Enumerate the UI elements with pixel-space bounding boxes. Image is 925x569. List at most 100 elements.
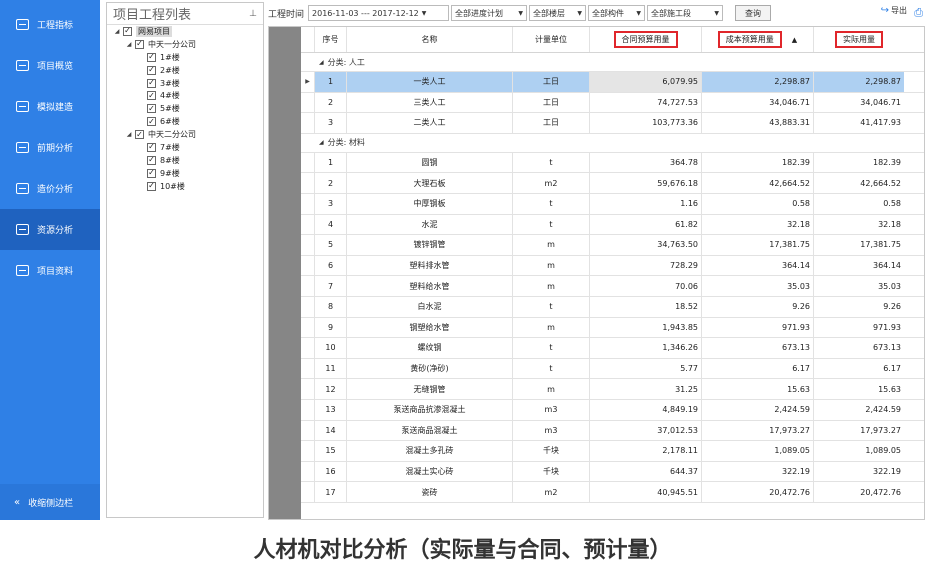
tree-building[interactable]: ✓ 4#楼: [107, 89, 263, 102]
checkbox-checked[interactable]: ✓: [147, 52, 156, 62]
tree-building[interactable]: ✓ 1#楼: [107, 51, 263, 64]
checkbox-checked[interactable]: ✓: [147, 65, 156, 75]
group-row[interactable]: ◢ 分类: 人工: [301, 53, 924, 72]
checkbox-checked[interactable]: ✓: [147, 155, 156, 165]
checkbox-checked[interactable]: ✓: [135, 130, 144, 140]
checkbox-checked[interactable]: ✓: [135, 39, 144, 49]
group-row[interactable]: ◢ 分类: 材料: [301, 134, 924, 153]
table-row[interactable]: 11 黄砂(净砂) t 5.77 6.17 6.17: [301, 358, 924, 380]
sidebar-item[interactable]: 资源分析: [0, 209, 100, 250]
floor-dropdown[interactable]: 全部楼层 ▼: [529, 5, 587, 21]
tree-building[interactable]: ✓ 7#楼: [107, 141, 263, 154]
table-row[interactable]: 7 塑料给水管 m 70.06 35.03 35.03: [301, 276, 924, 297]
checkbox-checked[interactable]: ✓: [147, 91, 156, 101]
row-indicator: [301, 441, 315, 461]
table-row[interactable]: 8 白水泥 t 18.52 9.26 9.26: [301, 296, 924, 318]
table-row[interactable]: 2 三类人工 工日 74,727.53 34,046.71 34,046.71: [301, 92, 924, 114]
header-contract[interactable]: 合同预算用量: [590, 27, 702, 52]
cell-unit: m: [513, 276, 590, 296]
table-row[interactable]: 4 水泥 t 61.82 32.18 32.18: [301, 214, 924, 236]
construction-stage-dropdown[interactable]: 全部施工段 ▼: [647, 5, 724, 21]
expand-triangle-icon[interactable]: ◢: [319, 59, 324, 66]
table-row[interactable]: 6 塑料排水管 m 728.29 364.14 364.14: [301, 255, 924, 277]
expand-triangle-icon[interactable]: ◢: [111, 28, 123, 35]
table-row[interactable]: 9 钢塑给水管 m 1,943.85 971.93 971.93: [301, 317, 924, 339]
tree-node-label: 2#楼: [160, 65, 180, 75]
header-cost[interactable]: 成本预算用量 ▲: [702, 27, 814, 52]
checkbox-checked[interactable]: ✓: [147, 181, 156, 191]
collapse-sidebar-label: 收缩侧边栏: [28, 498, 74, 509]
cell-cost: 322.19: [702, 461, 814, 482]
table-row[interactable]: ▶ 1 一类人工 工日 6,079.95 2,298.87 2,298.87: [301, 72, 924, 93]
tree-company[interactable]: ◢ ✓ 中天一分公司: [107, 38, 263, 51]
sidebar-item[interactable]: 造价分析: [0, 168, 100, 209]
export-button[interactable]: ↪ 导出: [881, 5, 907, 16]
component-dropdown[interactable]: 全部构件 ▼: [588, 5, 646, 21]
header-name[interactable]: 名称: [347, 27, 513, 52]
table-row[interactable]: 10 螺纹钢 t 1,346.26 673.13 673.13: [301, 338, 924, 359]
table-row[interactable]: 2 大理石板 m2 59,676.18 42,664.52 42,664.52: [301, 173, 924, 194]
tree-building[interactable]: ✓ 5#楼: [107, 102, 263, 115]
cell-name: 中厚钢板: [347, 193, 513, 214]
date-range-picker[interactable]: 2016-11-03 --- 2017-12-12 ▼: [308, 5, 450, 21]
cell-seq: 2: [315, 92, 347, 113]
tree-building[interactable]: ✓ 10#楼: [107, 180, 263, 193]
sidebar-item[interactable]: 模拟建造: [0, 86, 100, 127]
chevron-down-icon: ▼: [714, 9, 720, 17]
table-row[interactable]: 5 镀锌钢管 m 34,763.50 17,381.75 17,381.75: [301, 235, 924, 256]
schedule-plan-dropdown[interactable]: 全部进度计划 ▼: [451, 5, 528, 21]
sidebar-item[interactable]: 项目概览: [0, 45, 100, 86]
cell-seq: 8: [315, 296, 347, 317]
cell-name: 钢塑给水管: [347, 317, 513, 338]
tree-node-label: 网易项目: [136, 25, 172, 37]
sidebar-item[interactable]: 前期分析: [0, 127, 100, 168]
checkbox-checked[interactable]: ✓: [147, 142, 156, 152]
cell-cost: 364.14: [702, 255, 814, 276]
header-unit[interactable]: 计量单位: [513, 27, 590, 52]
cell-unit: t: [513, 358, 590, 379]
tree-building[interactable]: ✓ 6#楼: [107, 115, 263, 128]
pin-icon[interactable]: ⊥: [249, 9, 257, 19]
tree-company[interactable]: ◢ ✓ 中天二分公司: [107, 128, 263, 141]
tree-building[interactable]: ✓ 3#楼: [107, 77, 263, 90]
checkbox-checked[interactable]: ✓: [147, 168, 156, 178]
cell-name: 大理石板: [347, 173, 513, 193]
checkbox-checked[interactable]: ✓: [147, 78, 156, 88]
table-row[interactable]: 3 二类人工 工日 103,773.36 43,883.31 41,417.93: [301, 113, 924, 134]
toolbar: 工程时间 2016-11-03 --- 2017-12-12 ▼ 全部进度计划 …: [268, 3, 925, 23]
table-row[interactable]: 14 泵送商品混凝土 m3 37,012.53 17,973.27 17,973.27: [301, 420, 924, 442]
table-row[interactable]: 15 混凝土多孔砖 千块 2,178.11 1,089.05 1,089.05: [301, 441, 924, 462]
header-actual[interactable]: 实际用量: [814, 27, 904, 52]
row-indicator: [301, 420, 315, 441]
tree-root[interactable]: ◢ ✓ 网易项目: [107, 25, 263, 38]
expand-triangle-icon[interactable]: ◢: [123, 41, 135, 48]
table-row[interactable]: 13 泵送商品抗渗混凝土 m3 4,849.19 2,424.59 2,424.59: [301, 399, 924, 421]
collapse-sidebar-button[interactable]: « 收缩侧边栏: [0, 484, 100, 520]
cell-seq: 1: [315, 152, 347, 173]
cell-contract: 34,763.50: [590, 235, 702, 255]
checkbox-checked[interactable]: ✓: [147, 104, 156, 114]
table-row[interactable]: 17 瓷砖 m2 40,945.51 20,472.76 20,472.76: [301, 482, 924, 503]
table-row[interactable]: 3 中厚钢板 t 1.16 0.58 0.58: [301, 193, 924, 215]
document-icon: [16, 265, 29, 276]
query-button[interactable]: 查询: [735, 5, 772, 21]
table-row[interactable]: 1 圆钢 t 364.78 182.39 182.39: [301, 152, 924, 174]
sidebar-item[interactable]: 工程指标: [0, 4, 100, 45]
checkbox-checked[interactable]: ✓: [123, 26, 132, 36]
tree-building[interactable]: ✓ 2#楼: [107, 64, 263, 77]
time-label: 工程时间: [268, 9, 305, 20]
checkbox-checked[interactable]: ✓: [147, 117, 156, 127]
sidebar-item[interactable]: 项目资料: [0, 250, 100, 291]
print-icon[interactable]: ⎙: [914, 6, 923, 20]
row-indicator: [301, 399, 315, 420]
tree-building[interactable]: ✓ 9#楼: [107, 167, 263, 180]
table-row[interactable]: 16 混凝土实心砖 千块 644.37 322.19 322.19: [301, 461, 924, 483]
table-row[interactable]: 12 无缝钢管 m 31.25 15.63 15.63: [301, 379, 924, 400]
construction-stage-value: 全部施工段: [651, 8, 692, 18]
tree-building[interactable]: ✓ 8#楼: [107, 154, 263, 167]
expand-triangle-icon[interactable]: ◢: [123, 131, 135, 138]
expand-triangle-icon[interactable]: ◢: [319, 139, 324, 146]
cell-unit: t: [513, 338, 590, 358]
header-seq[interactable]: 序号: [315, 27, 347, 52]
cell-contract: 37,012.53: [590, 420, 702, 441]
